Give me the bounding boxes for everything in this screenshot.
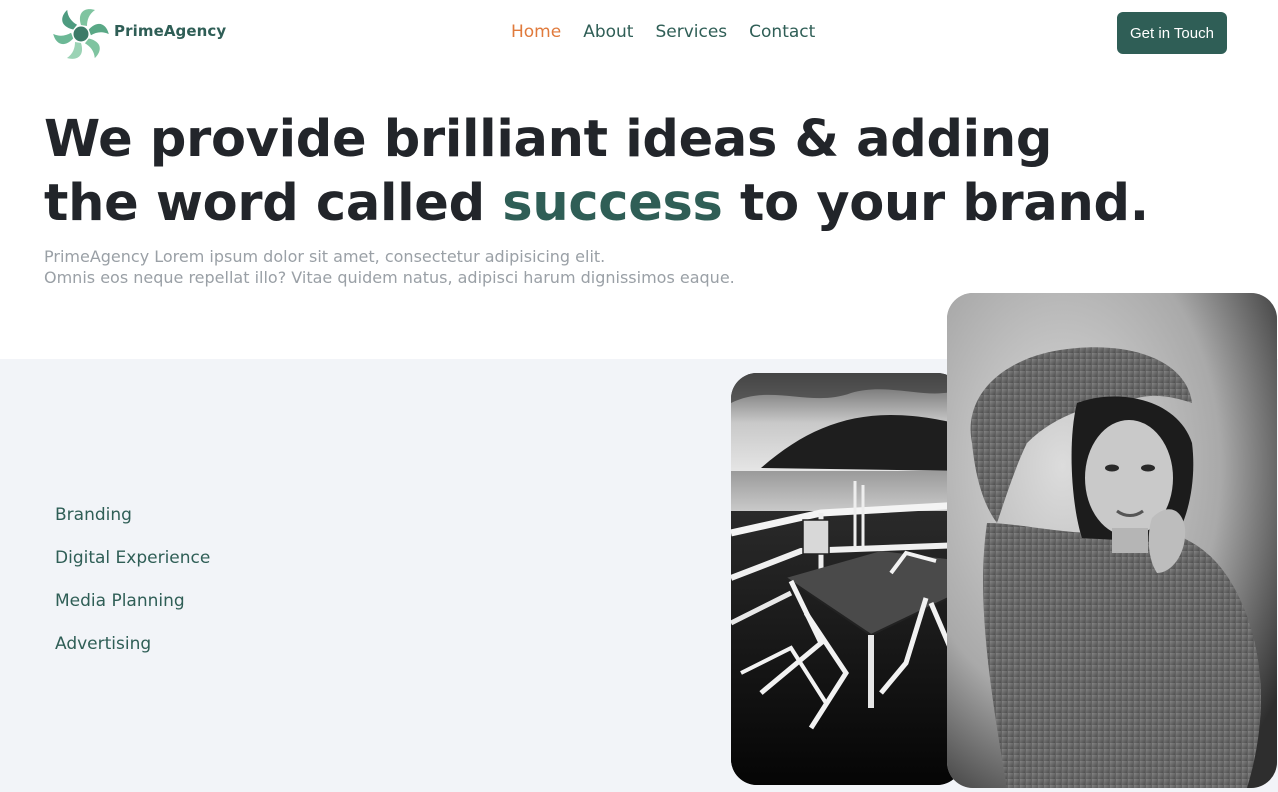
nav-about[interactable]: About (583, 22, 633, 42)
hero-subtitle-line1: PrimeAgency Lorem ipsum dolor sit amet, … (44, 247, 606, 266)
nav-home[interactable]: Home (511, 22, 561, 42)
hero-title-line2-pre: the word called (44, 174, 503, 233)
nav-services[interactable]: Services (655, 22, 727, 42)
logo-link[interactable]: PrimeAgency (53, 6, 233, 62)
hero-subtitle-line2: Omnis eos neque repellat illo? Vitae qui… (44, 268, 735, 287)
portrait-photo-image (947, 293, 1277, 788)
nav-contact[interactable]: Contact (749, 22, 815, 42)
portrait-photo (947, 293, 1277, 788)
hero-title-line2-post: to your brand. (722, 174, 1149, 233)
service-branding[interactable]: Branding (55, 503, 210, 546)
main-nav: Home About Services Contact (511, 22, 815, 42)
service-media-planning[interactable]: Media Planning (55, 589, 210, 632)
brand-name: PrimeAgency (114, 22, 227, 40)
site-header: PrimeAgency Home About Services Contact … (0, 0, 1278, 66)
swirl-logo-icon (53, 9, 109, 59)
deck-photo (731, 373, 963, 785)
hero-title-line1: We provide brilliant ideas & adding (44, 110, 1053, 169)
service-advertising[interactable]: Advertising (55, 632, 210, 675)
hero-subtitle: PrimeAgency Lorem ipsum dolor sit amet, … (44, 246, 864, 288)
services-list: Branding Digital Experience Media Planni… (55, 503, 210, 675)
hero-title-accent: success (502, 174, 723, 233)
page: PrimeAgency Home About Services Contact … (0, 0, 1278, 792)
hero-title: We provide brilliant ideas & adding the … (44, 108, 1164, 236)
deck-photo-image (731, 373, 963, 785)
service-digital-experience[interactable]: Digital Experience (55, 546, 210, 589)
get-in-touch-button[interactable]: Get in Touch (1117, 12, 1227, 54)
